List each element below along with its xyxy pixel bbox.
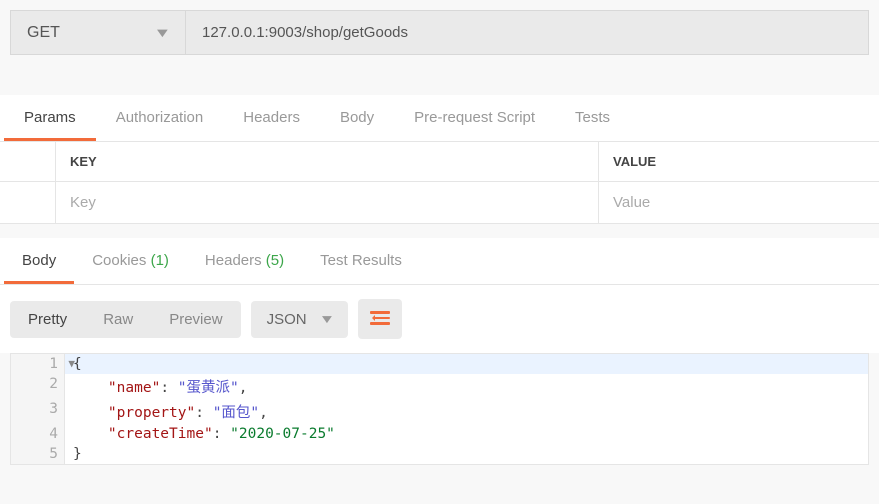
url-input[interactable]: [185, 10, 869, 55]
wrap-icon: [370, 311, 390, 327]
line-number: 5: [11, 444, 65, 464]
code-line: 4 "createTime": "2020-07-25": [11, 424, 868, 444]
tab-body[interactable]: Body: [320, 95, 394, 141]
rtab-body[interactable]: Body: [4, 238, 74, 284]
rtab-headers[interactable]: Headers (5): [187, 238, 302, 284]
line-number: 4: [11, 424, 65, 444]
tab-tests[interactable]: Tests: [555, 95, 630, 141]
line-number: 3: [11, 399, 65, 424]
rtab-cookies-label: Cookies: [92, 252, 146, 269]
code-line: 1▼ {: [11, 354, 868, 374]
rtab-headers-label: Headers: [205, 252, 262, 269]
line-number: 1▼: [11, 354, 65, 374]
tab-prerequest[interactable]: Pre-request Script: [394, 95, 555, 141]
http-method-select[interactable]: GET ▼: [10, 10, 185, 55]
response-body-code[interactable]: 1▼ { 2 "name": "蛋黄派", 3 "property": "面包"…: [10, 353, 869, 465]
headers-count: (5): [266, 252, 284, 269]
params-value-header: VALUE: [599, 142, 879, 181]
code-line: 2 "name": "蛋黄派",: [11, 374, 868, 399]
params-gutter: [0, 182, 56, 223]
http-method-value: GET: [27, 24, 60, 42]
view-raw[interactable]: Raw: [85, 301, 151, 338]
view-mode-group: Pretty Raw Preview: [10, 301, 241, 338]
viewer-toolbar: Pretty Raw Preview JSON ▼: [0, 285, 879, 353]
response-tabs: Body Cookies (1) Headers (5) Test Result…: [0, 238, 879, 285]
params-table: KEY VALUE Key Value: [0, 142, 879, 224]
chevron-down-icon: ▼: [154, 25, 172, 40]
code-line: 5 }: [11, 444, 868, 464]
params-value-input[interactable]: Value: [599, 182, 879, 223]
tab-params[interactable]: Params: [4, 95, 96, 141]
params-key-header: KEY: [56, 142, 599, 181]
format-select[interactable]: JSON ▼: [251, 301, 349, 338]
view-preview[interactable]: Preview: [151, 301, 240, 338]
chevron-down-icon: ▼: [318, 312, 335, 326]
cookies-count: (1): [151, 252, 169, 269]
format-value: JSON: [267, 311, 307, 328]
params-input-row: Key Value: [0, 182, 879, 224]
params-gutter: [0, 142, 56, 181]
view-pretty[interactable]: Pretty: [10, 301, 85, 338]
request-tabs: Params Authorization Headers Body Pre-re…: [0, 95, 879, 142]
params-header-row: KEY VALUE: [0, 142, 879, 182]
rtab-test-results[interactable]: Test Results: [302, 238, 420, 284]
tab-authorization[interactable]: Authorization: [96, 95, 224, 141]
tab-headers[interactable]: Headers: [223, 95, 320, 141]
line-number: 2: [11, 374, 65, 399]
code-line: 3 "property": "面包",: [11, 399, 868, 424]
wrap-toggle[interactable]: [358, 299, 402, 339]
rtab-cookies[interactable]: Cookies (1): [74, 238, 187, 284]
fold-icon[interactable]: ▼: [68, 357, 75, 370]
params-key-input[interactable]: Key: [56, 182, 599, 223]
request-bar: GET ▼: [0, 0, 879, 65]
